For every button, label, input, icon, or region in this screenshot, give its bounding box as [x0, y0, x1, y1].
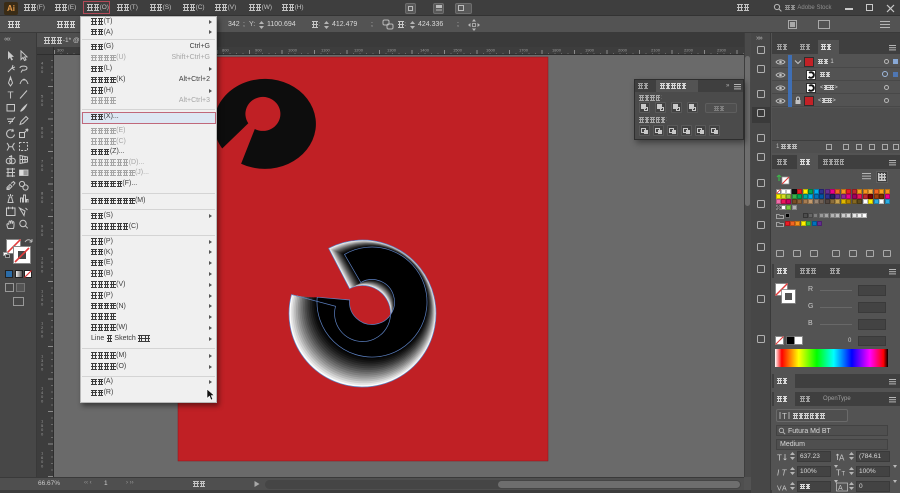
svg-text:T: T: [782, 412, 787, 420]
svg-text:A: A: [839, 454, 845, 463]
svg-text:T: T: [777, 454, 782, 463]
svg-text:T: T: [842, 472, 846, 478]
svg-text:I T: I T: [777, 469, 787, 478]
svg-text:A: A: [838, 485, 843, 492]
svg-text:T: T: [836, 469, 841, 478]
svg-text:A: A: [782, 486, 787, 493]
svg-text:T: T: [8, 91, 14, 102]
